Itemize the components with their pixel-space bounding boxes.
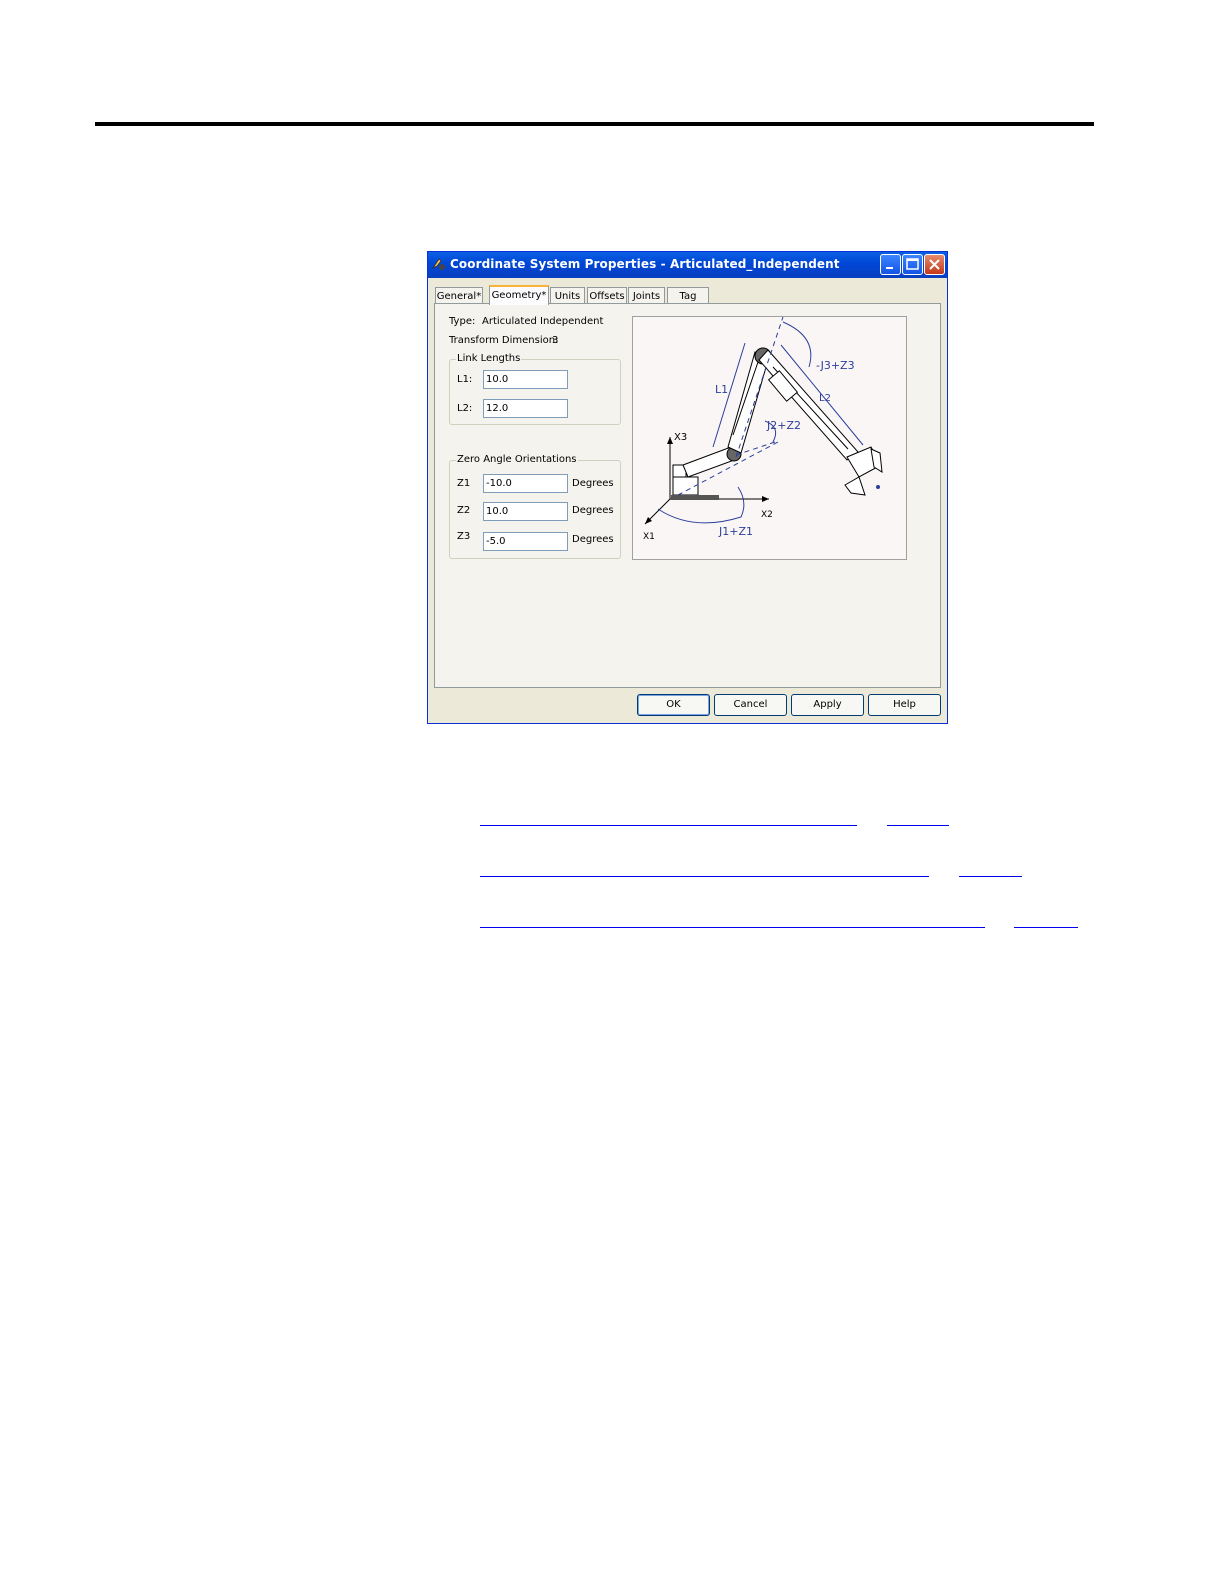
transform-dimension-label: Transform Dimension: [449,335,559,346]
tab-offsets[interactable]: Offsets [587,287,627,304]
robot-base-plate [671,495,719,500]
z2-input[interactable]: 10.0 [483,502,568,521]
tool-point [876,485,880,489]
robot-arm-illustration: X3 X2 X1 L1 L2 J1+Z1 J2+Z2 -J3+Z3 [643,316,883,542]
type-value: Articulated Independent [482,316,604,327]
l1-input[interactable]: 10.0 [483,370,568,389]
maximize-icon [906,258,919,270]
tab-units[interactable]: Units [550,287,585,304]
x2-label: X2 [761,510,773,520]
z2-units: Degrees [572,505,614,516]
type-label: Type: [449,316,476,327]
link-underline-3[interactable] [480,927,985,928]
close-button[interactable] [924,254,945,275]
z1-units: Degrees [572,478,614,489]
link-underline-1[interactable] [480,825,857,826]
l2-label: L2: [457,403,473,414]
l2-diagram-label: L2 [819,393,831,404]
zero-angle-orientations-group: Zero Angle Orientations Z1 -10.0 Degrees… [449,454,621,559]
close-icon [929,259,940,270]
ok-button[interactable]: OK [637,694,710,716]
window-title: Coordinate System Properties - Articulat… [450,257,840,271]
cancel-button[interactable]: Cancel [714,694,787,716]
link-lengths-group: Link Lengths L1: 10.0 L2: 12.0 [449,353,621,425]
tab-geometry[interactable]: Geometry* [489,285,549,305]
x1-label: X1 [643,532,655,542]
link-lengths-title: Link Lengths [456,353,522,364]
x2-arrow [762,496,769,502]
j3-z3-label: -J3+Z3 [816,359,855,372]
j2-z2-label: J2+Z2 [766,419,801,432]
z2-label: Z2 [457,505,471,516]
j1-z1-label: J1+Z1 [718,525,753,538]
l1-label: L1: [457,374,473,385]
j1-angle-arc [657,486,745,524]
link-underline-1-page[interactable] [887,825,949,826]
app-icon [431,258,445,270]
l1-diagram-label: L1 [715,383,728,396]
z3-input[interactable]: -5.0 [483,532,568,551]
help-button[interactable]: Help [868,694,941,716]
z1-label: Z1 [457,478,471,489]
link-underline-2-page[interactable] [959,876,1022,877]
z3-label: Z3 [457,531,471,542]
tab-joints[interactable]: Joints [628,287,665,304]
apply-button[interactable]: Apply [791,694,864,716]
articulated-robot-diagram: X3 X2 X1 L1 L2 J1+Z1 J2+Z2 -J3+Z3 [632,316,907,560]
link-underline-3-page[interactable] [1014,927,1078,928]
x3-arrow [667,437,673,444]
title-bar[interactable]: Coordinate System Properties - Articulat… [428,252,947,278]
tab-tag[interactable]: Tag [667,287,709,304]
page-top-rule [95,122,1094,126]
z1-input[interactable]: -10.0 [483,474,568,493]
minimize-icon [886,267,893,269]
zero-angle-title: Zero Angle Orientations [456,454,578,465]
j3-angle-arc [782,321,812,368]
z3-units: Degrees [572,534,614,545]
minimize-button[interactable] [880,254,901,275]
transform-dimension-value: 3 [552,335,559,346]
x3-label: X3 [674,432,687,443]
link-underline-2[interactable] [480,876,929,877]
tab-general[interactable]: General* [435,287,483,304]
l2-input[interactable]: 12.0 [483,399,568,418]
maximize-button[interactable] [902,254,923,275]
gripper-finger-2 [844,476,866,496]
geometry-tab-panel: Type: Articulated Independent Transform … [434,303,941,688]
coordinate-system-properties-dialog: Coordinate System Properties - Articulat… [427,251,948,724]
link-l1 [727,351,770,454]
